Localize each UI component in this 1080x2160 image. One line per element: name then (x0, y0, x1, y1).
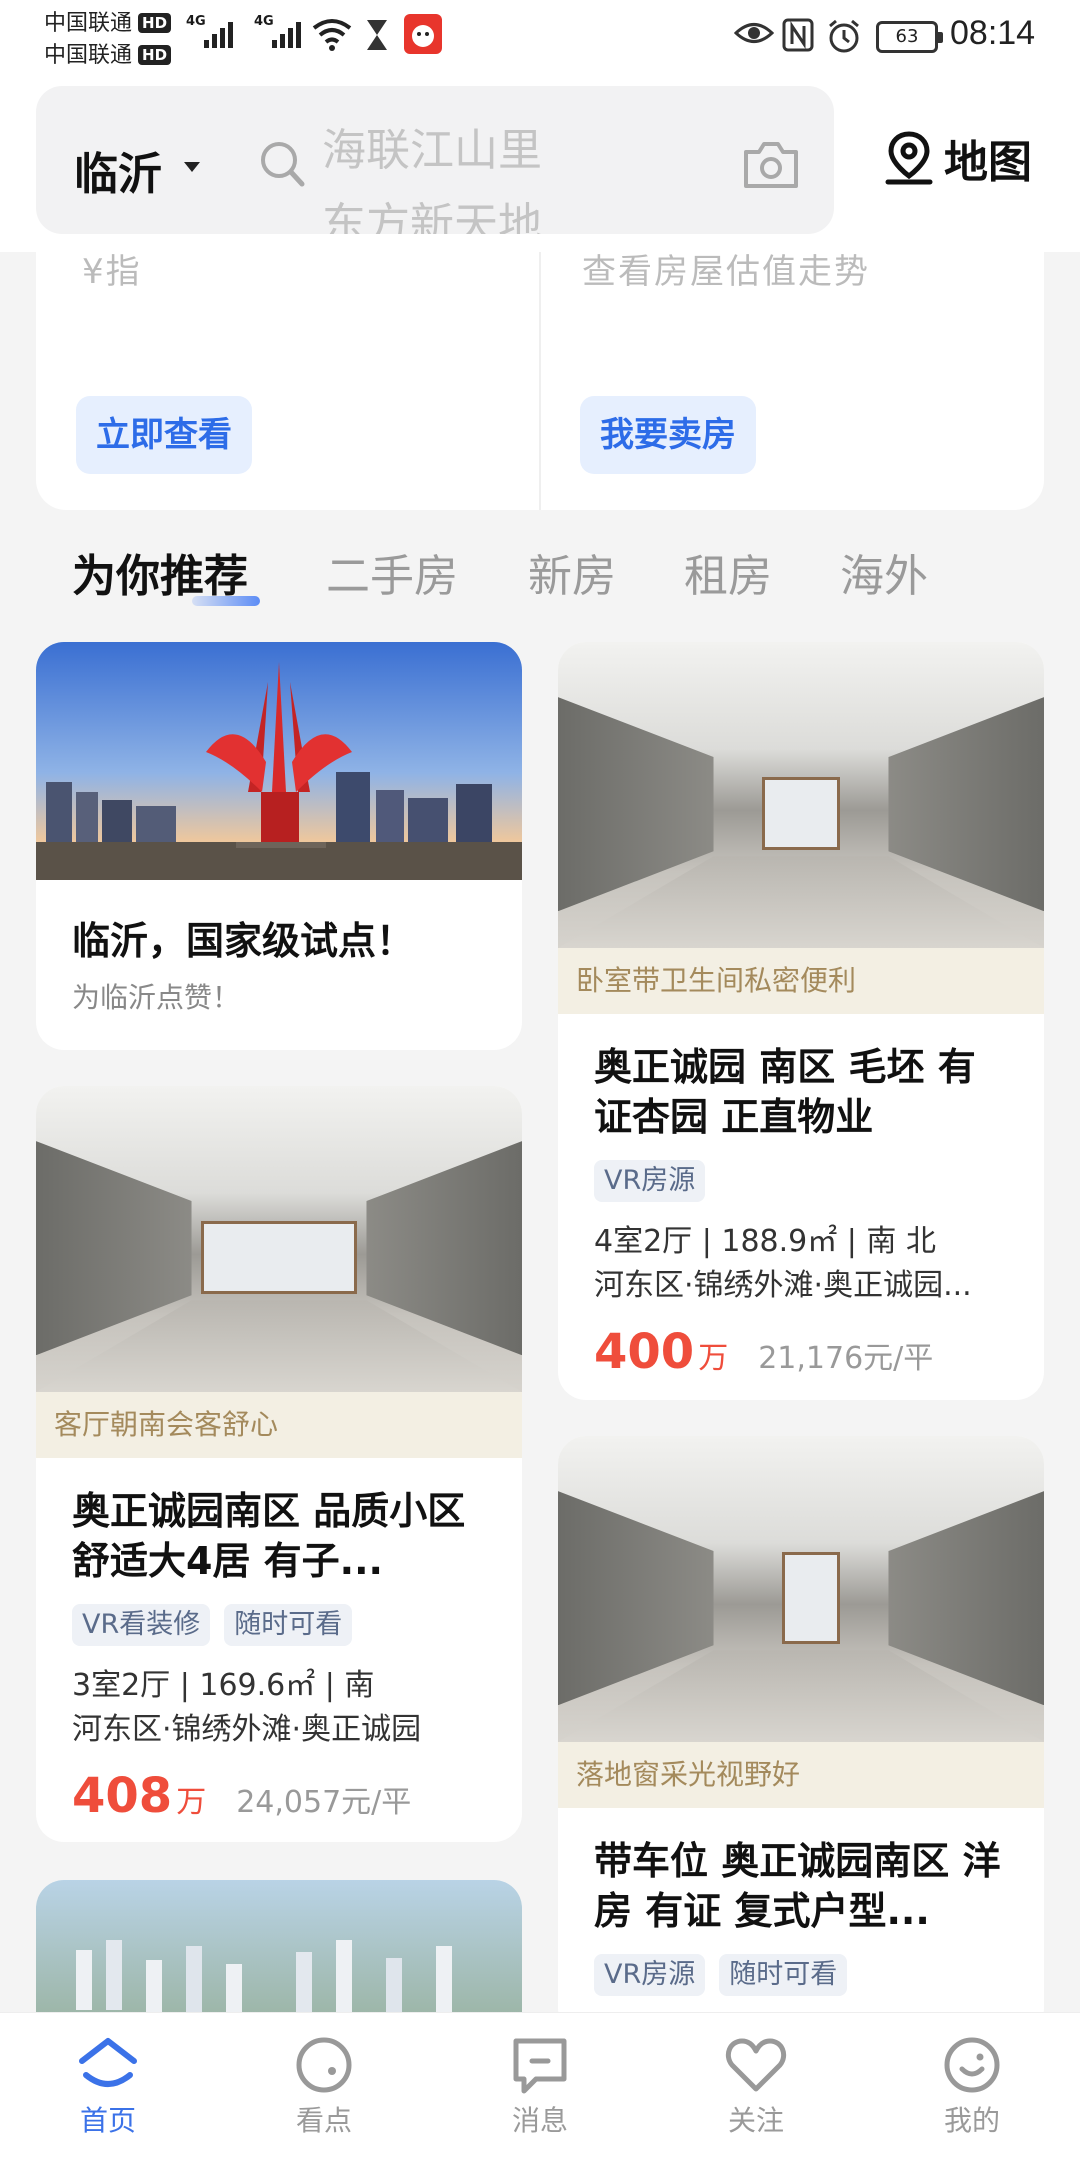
total-price: 408 (72, 1768, 173, 1824)
listing-address: 河东区·锦绣外滩·奥正诚园 (72, 1712, 422, 1747)
tab-recommend[interactable]: 为你推荐 (72, 540, 248, 604)
listing-tags: VR房源 (594, 1160, 1008, 1202)
nav-label: 我的 (943, 2104, 1000, 2137)
home-icon (79, 2038, 137, 2087)
carrier-2: 中国联通 (44, 43, 133, 68)
nav-label: 看点 (295, 2104, 352, 2137)
promo-image (36, 642, 522, 880)
vr-tag: VR房源 (594, 1160, 706, 1202)
promo-title: 临沂，国家级试点！ (72, 919, 415, 963)
listing-card[interactable]: 落地窗采光视野好 带车位 奥正诚园南区 洋房 有证 复式户型... VR房源 随… (558, 1436, 1044, 2036)
listing-price: 408 万 24,057元/平 (72, 1768, 486, 1824)
listing-title: 奥正诚园 南区 毛坯 有证杏园 正直物业 (594, 1045, 976, 1139)
hd-badge: HD (138, 45, 172, 65)
listing-title: 奥正诚园南区 品质小区 舒适大4居 有子... (72, 1489, 466, 1583)
nav-label: 首页 (79, 2104, 136, 2137)
listing-card[interactable]: 卧室带卫生间私密便利 奥正诚园 南区 毛坯 有证杏园 正直物业 VR房源 4室2… (558, 642, 1044, 1400)
price-unit: 万 (698, 1341, 729, 1376)
sell-house-button[interactable]: 我要卖房 (580, 396, 756, 474)
wifi-icon (312, 19, 352, 51)
listing-photo (558, 642, 1044, 948)
search-suggestion: 海联江山里 (322, 125, 542, 176)
app-notification-icon (404, 14, 442, 54)
carrier-1: 中国联通 (44, 11, 133, 36)
listing-photo (558, 1436, 1044, 1742)
nav-home[interactable]: 首页 (38, 2035, 178, 2139)
view-now-button[interactable]: 立即查看 (76, 396, 252, 474)
eye-comfort-icon (734, 23, 774, 43)
alarm-icon (829, 19, 859, 53)
nav-label: 消息 (511, 2104, 568, 2137)
bottom-nav: 首页 看点 消息 关注 我的 (0, 2012, 1080, 2160)
camera-icon[interactable] (742, 138, 800, 190)
header: 临沂 海联江山里 东方新天地 地图 (0, 78, 1080, 252)
nav-messages[interactable]: 消息 (470, 2035, 610, 2139)
status-bar: 中国联通 HD 中国联通 HD 4G 4G 63 08:14 (0, 0, 1080, 78)
carrier-info: 中国联通 HD 中国联通 HD (44, 8, 172, 72)
discover-icon (296, 2037, 352, 2093)
unit-price: 21,176元/平 (758, 1341, 934, 1376)
listing-tags: VR看装修 随时可看 (72, 1604, 486, 1646)
nav-discover[interactable]: 看点 (254, 2035, 394, 2139)
service-cards: ¥指 查看房屋估值走势 立即查看 我要卖房 (36, 252, 1044, 510)
tab-rent[interactable]: 租房 (684, 540, 772, 604)
hd-badge: HD (138, 13, 172, 33)
anytime-viewing-tag: 随时可看 (719, 1954, 848, 1996)
promo-card[interactable]: 临沂，国家级试点！ 为临沂点赞！ (36, 642, 522, 1050)
location-pin-icon (885, 131, 933, 185)
listing-card[interactable]: 客厅朝南会客舒心 奥正诚园南区 品质小区 舒适大4居 有子... VR看装修 随… (36, 1086, 522, 1842)
promo-subtitle: 为临沂点赞！ (72, 981, 241, 1014)
service-card-text: ¥指 (82, 252, 142, 292)
tab-second-hand[interactable]: 二手房 (326, 540, 458, 604)
tab-overseas[interactable]: 海外 (840, 540, 928, 604)
listing-tags: VR房源 随时可看 (594, 1954, 1008, 1996)
anytime-viewing-tag: 随时可看 (224, 1604, 353, 1646)
battery-icon: 63 (876, 21, 943, 53)
listing-title: 带车位 奥正诚园南区 洋房 有证 复式户型... (594, 1839, 1001, 1933)
listing-spec: 4室2厅 | 188.9㎡ | 南 北 (594, 1224, 936, 1259)
total-price: 400 (594, 1324, 695, 1380)
listing-spec: 3室2厅 | 169.6㎡ | 南 (72, 1668, 375, 1703)
tab-indicator (192, 596, 260, 606)
vr-decor-tag: VR看装修 (72, 1604, 211, 1646)
city-sculpture-image (36, 642, 522, 880)
listing-tagline: 客厅朝南会客舒心 (36, 1392, 522, 1458)
city-selector[interactable]: 临沂 (74, 138, 162, 202)
heart-icon (725, 2038, 787, 2092)
listing-price: 400 万 21,176元/平 (594, 1324, 1008, 1380)
search-bar[interactable]: 临沂 海联江山里 东方新天地 (36, 86, 834, 234)
caret-down-icon[interactable] (184, 162, 200, 172)
map-button[interactable]: 地图 (884, 128, 1032, 188)
tab-new-house[interactable]: 新房 (528, 540, 616, 604)
nav-favorites[interactable]: 关注 (686, 2035, 826, 2139)
map-label: 地图 (944, 137, 1032, 188)
clock: 08:14 (950, 14, 1036, 52)
network-type: 4G (186, 14, 206, 29)
listing-tagline: 卧室带卫生间私密便利 (558, 948, 1044, 1014)
divider (539, 252, 541, 510)
listing-tagline: 落地窗采光视野好 (558, 1742, 1044, 1808)
nav-label: 关注 (727, 2104, 784, 2137)
search-input[interactable]: 海联江山里 东方新天地 (322, 114, 542, 234)
listing-address: 河东区·锦绣外滩·奥正诚园... (594, 1268, 972, 1303)
vr-tag: VR房源 (594, 1954, 706, 1996)
network-type: 4G (254, 14, 274, 29)
unit-price: 24,057元/平 (236, 1785, 412, 1820)
nfc-icon (782, 18, 814, 52)
hourglass-icon (367, 20, 387, 50)
listing-photo (36, 1086, 522, 1392)
profile-icon (944, 2037, 1000, 2093)
nav-profile[interactable]: 我的 (902, 2035, 1042, 2139)
category-tabs: 为你推荐 二手房 新房 租房 海外 (36, 540, 1044, 610)
search-suggestion: 东方新天地 (322, 199, 542, 234)
message-icon (513, 2038, 567, 2094)
price-unit: 万 (176, 1785, 207, 1820)
service-card-text: 查看房屋估值走势 (582, 252, 870, 292)
search-icon (261, 142, 305, 187)
